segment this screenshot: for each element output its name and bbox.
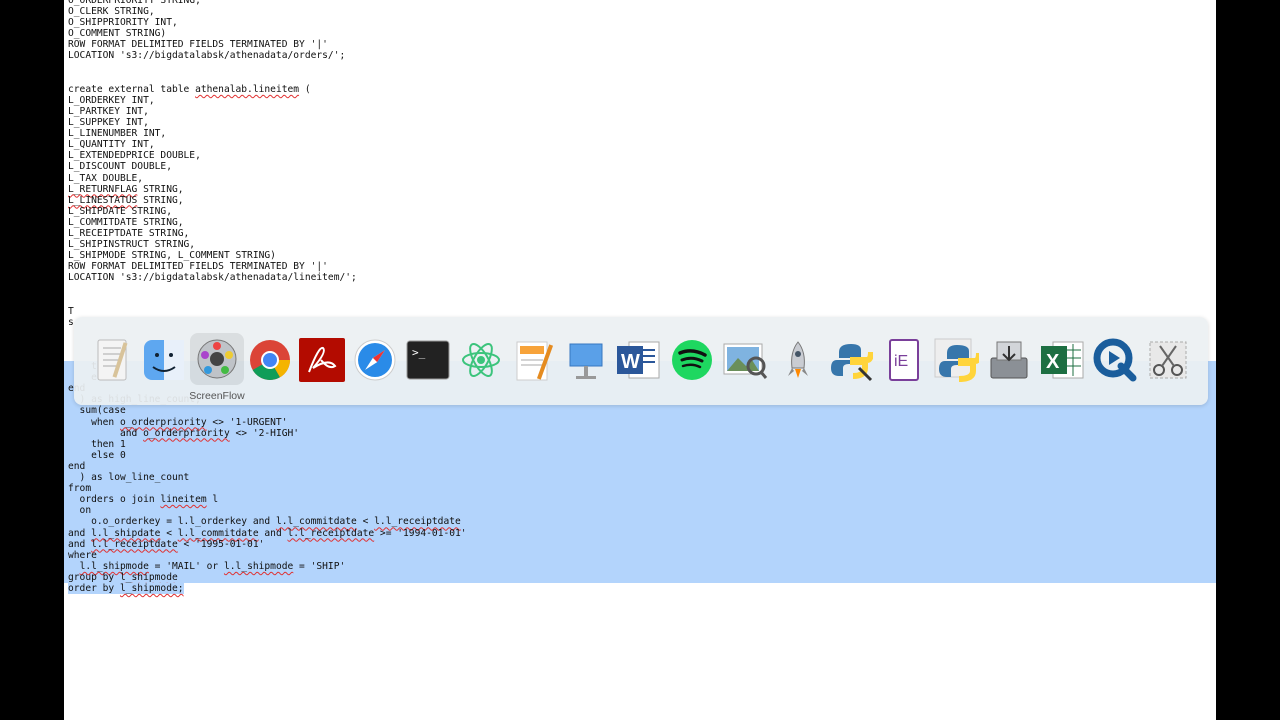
rocket-icon[interactable]	[775, 337, 821, 383]
code-line: L_PARTKEY INT,	[68, 105, 149, 117]
code-line: L_SHIPDATE STRING,	[68, 205, 172, 217]
svg-text:X: X	[1046, 351, 1060, 373]
keynote-icon[interactable]	[563, 337, 609, 383]
code-line: L_ORDERKEY INT,	[68, 94, 155, 106]
code-line: else 0	[64, 449, 1216, 461]
code-line: L_DISCOUNT DOUBLE,	[68, 161, 172, 173]
code-line: L_RETURNFLAG STRING,	[68, 183, 184, 195]
code-line: L_SUPPKEY INT,	[68, 117, 149, 129]
preview-icon[interactable]	[722, 337, 768, 383]
code-line: LOCATION 's3://bigdatalabsk/athenadata/o…	[68, 50, 346, 62]
scissors-icon[interactable]	[1145, 337, 1191, 383]
dock: ScreenFlow >_ WiE X	[74, 317, 1208, 405]
code-line: o.o_orderkey = l.l_orderkey and l.l_comm…	[64, 516, 1216, 528]
excel-icon[interactable]: X	[1039, 337, 1085, 383]
code-line: group by l_shipmode	[64, 571, 1216, 583]
code-line: and l.l_receiptdate < '1995-01-01'	[64, 538, 1216, 550]
atom-icon[interactable]	[458, 337, 504, 383]
code-line: when o_orderpriority <> '1-URGENT'	[64, 416, 1216, 428]
quicktime-icon[interactable]	[1092, 337, 1138, 383]
code-line: order by l_shipmode;	[68, 582, 184, 594]
code-line: O_COMMENT STRING)	[68, 28, 167, 40]
code-line: l.l_shipmode = 'MAIL' or l.l_shipmode = …	[64, 560, 1216, 572]
svg-text:W: W	[621, 351, 640, 373]
code-line: L_LINENUMBER INT,	[68, 128, 167, 140]
code-line: L_SHIPMODE STRING, L_COMMENT STRING)	[68, 250, 276, 262]
code-line: and o_orderpriority <> '2-HIGH'	[64, 427, 1216, 439]
code-line: where	[64, 549, 1216, 561]
textedit-icon[interactable]	[89, 337, 135, 383]
installer-icon[interactable]	[986, 337, 1032, 383]
code-line: L_RECEIPTDATE STRING,	[68, 227, 190, 239]
code-line: create external table athenalab.lineitem…	[68, 83, 311, 95]
code-line: L_EXTENDEDPRICE DOUBLE,	[68, 150, 201, 162]
safari-icon[interactable]	[352, 337, 398, 383]
code-line: T	[68, 305, 74, 317]
chrome-icon[interactable]	[247, 337, 293, 383]
code-line: end	[64, 460, 1216, 473]
svg-text:iE: iE	[894, 353, 908, 370]
word-icon[interactable]: W	[615, 337, 661, 383]
code-line: orders o join lineitem l	[64, 494, 1216, 506]
ie-icon[interactable]: iE	[881, 337, 927, 383]
python-icon[interactable]	[933, 337, 979, 383]
code-line: ROW FORMAT DELIMITED FIELDS TERMINATED B…	[68, 39, 328, 51]
code-line: then 1	[64, 438, 1216, 450]
screenflow-icon[interactable]	[190, 333, 244, 385]
code-line: O_CLERK STRING,	[68, 6, 155, 18]
python-launcher-icon[interactable]	[828, 337, 874, 383]
finder-icon[interactable]	[141, 337, 187, 383]
svg-text:>_: >_	[412, 346, 426, 359]
code-line: LOCATION 's3://bigdatalabsk/athenadata/l…	[68, 272, 357, 284]
code-line: L_TAX DOUBLE,	[68, 172, 144, 184]
code-area[interactable]: O_ORDERPRIORITY STRING, O_CLERK STRING, O_…	[64, 0, 1216, 594]
code-line: L_LINESTATUS STRING,	[68, 194, 184, 206]
code-line: ROW FORMAT DELIMITED FIELDS TERMINATED B…	[68, 261, 328, 273]
code-line: and l.l_shipdate < l.l_commitdate and l.…	[64, 527, 1216, 539]
pages-icon[interactable]	[510, 337, 556, 383]
dock-hover-label: ScreenFlow	[189, 390, 245, 402]
code-line: on	[64, 505, 1216, 517]
acrobat-icon[interactable]	[299, 337, 345, 383]
code-line: O_SHIPPRIORITY INT,	[68, 17, 178, 29]
code-line: L_QUANTITY INT,	[68, 139, 155, 151]
code-line: sum(case	[64, 405, 1216, 417]
code-line: from	[64, 483, 1216, 495]
code-line: ) as low_line_count	[64, 472, 1216, 484]
terminal-icon[interactable]: >_	[405, 337, 451, 383]
code-line: L_SHIPINSTRUCT STRING,	[68, 239, 196, 251]
code-line: L_COMMITDATE STRING,	[68, 216, 184, 228]
spotify-icon[interactable]	[669, 337, 715, 383]
